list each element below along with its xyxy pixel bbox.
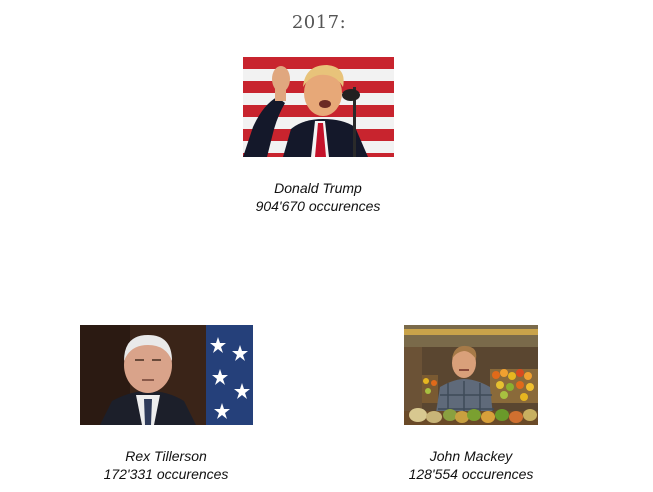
person-name: John Mackey <box>429 448 513 464</box>
occurrence-count: 128'554 occurences <box>408 466 534 482</box>
person-caption: Rex Tillerson 172'331 occurences <box>66 447 266 483</box>
occurrence-count: 172'331 occurences <box>103 466 229 482</box>
occurrence-count: 904'670 occurences <box>255 198 381 214</box>
person-caption: John Mackey 128'554 occurences <box>371 447 571 483</box>
person-caption: Donald Trump 904'670 occurences <box>218 179 418 215</box>
portrait-image <box>243 57 394 157</box>
portrait-photo-trump <box>243 57 394 157</box>
portrait-photo-mackey <box>404 325 538 425</box>
year-heading: 2017: <box>291 12 347 33</box>
portrait-image <box>404 325 538 425</box>
person-name: Rex Tillerson <box>125 448 207 464</box>
portrait-image <box>80 325 253 425</box>
person-name: Donald Trump <box>274 180 362 196</box>
portrait-photo-tillerson <box>80 325 253 425</box>
